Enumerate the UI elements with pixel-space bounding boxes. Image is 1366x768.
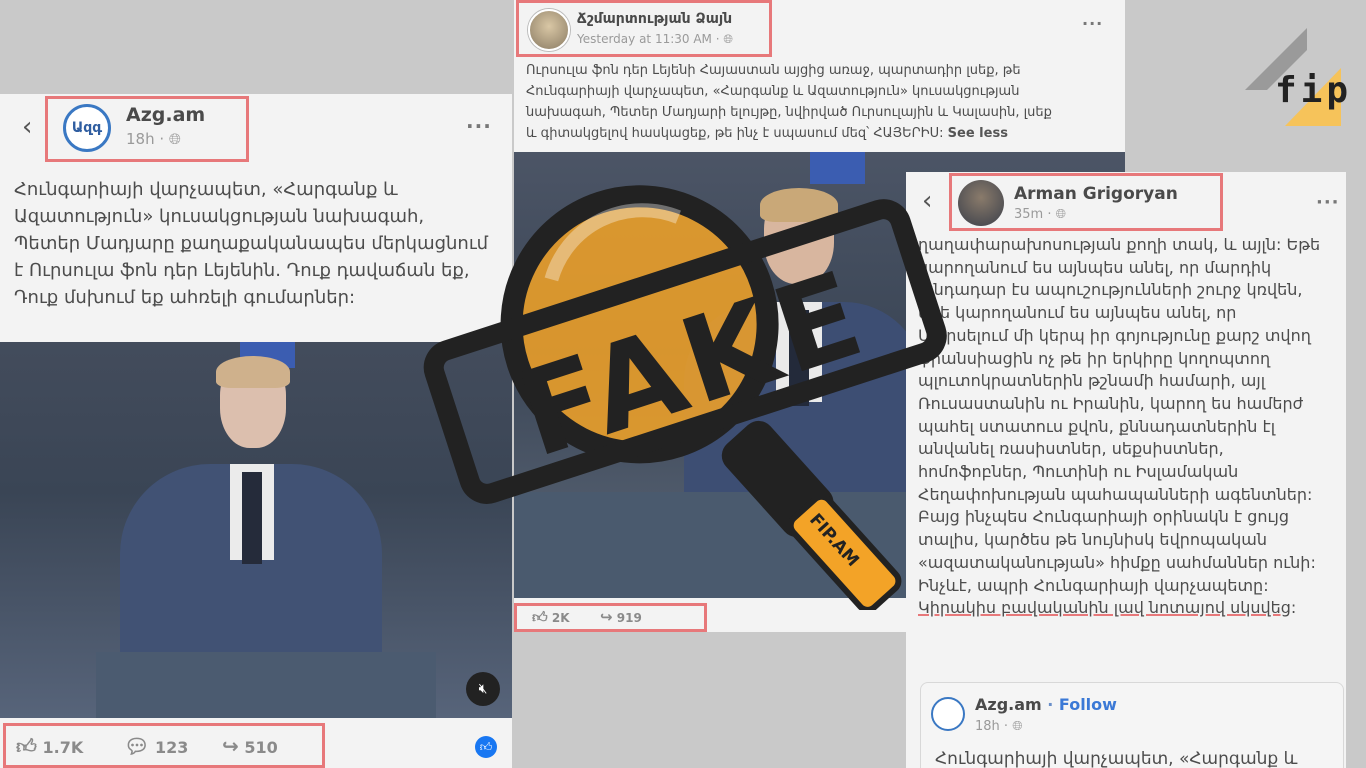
desk xyxy=(96,652,436,718)
share-count[interactable]: ↪︎ 919 xyxy=(600,608,642,626)
shared-page-name[interactable]: Azg.am · Follow xyxy=(975,695,1117,714)
follow-button[interactable]: Follow xyxy=(1059,695,1117,714)
shared-post[interactable]: Azg.am · Follow 18h · 🌐︎ Հունգարիայի վար… xyxy=(920,682,1344,768)
left-stats-highlight xyxy=(3,723,325,768)
like-count-label: 2K xyxy=(551,611,570,625)
shared-post-time: 18h · 🌐︎ xyxy=(975,719,1023,734)
magnifier-handle xyxy=(721,420,902,613)
center-header-highlight xyxy=(516,0,772,57)
underlined-sentence: Կիրակիս բավականին լավ նոտայով սկսվեց xyxy=(918,598,1291,618)
post-text: ղաղափարախոսության քողի տակ, և այլն: Եթե … xyxy=(918,234,1324,680)
shared-time-label: 18h · xyxy=(975,719,1013,734)
fip-logo: fip xyxy=(1245,28,1348,126)
shared-post-text: Հունգարիայի վարչապետ, «Հարգանք և xyxy=(935,749,1298,768)
more-options-icon[interactable]: ··· xyxy=(1316,192,1340,213)
mute-icon[interactable]: 🔇︎ xyxy=(466,672,500,706)
messenger-icon[interactable]: 👍︎ xyxy=(475,736,497,758)
see-less-link[interactable]: See less xyxy=(948,126,1008,141)
more-options-icon[interactable]: ··· xyxy=(466,114,492,138)
post-text-body: ղաղափարախոսության քողի տակ, և այլն: Եթե … xyxy=(918,235,1321,595)
post-right: ‹ Arman Grigoryan 35m · 🌐︎ ··· ղաղափարախ… xyxy=(906,172,1346,768)
back-arrow-icon[interactable]: ‹ xyxy=(22,112,32,142)
share-icon: ↪︎ xyxy=(600,608,613,626)
share-count-label: 919 xyxy=(616,611,642,625)
like-count[interactable]: 👍︎ 2K xyxy=(532,608,570,627)
fake-stamp: FAKE FIP.AM xyxy=(420,150,960,613)
like-icon: 👍︎ xyxy=(532,608,548,626)
post-text: Ուրսուլա ֆոն դեր Լեյենի Հայաստան այցից ա… xyxy=(526,60,1056,144)
fip-logo-text: fip xyxy=(1275,70,1353,111)
more-options-icon[interactable]: ··· xyxy=(1082,14,1103,33)
post-text-end: : xyxy=(1290,598,1297,618)
shared-page-avatar[interactable] xyxy=(931,697,965,731)
shared-page-label: Azg.am xyxy=(975,695,1042,714)
left-header-highlight xyxy=(45,96,249,162)
right-header-highlight xyxy=(949,173,1223,231)
globe-icon: 🌐︎ xyxy=(1012,719,1023,734)
